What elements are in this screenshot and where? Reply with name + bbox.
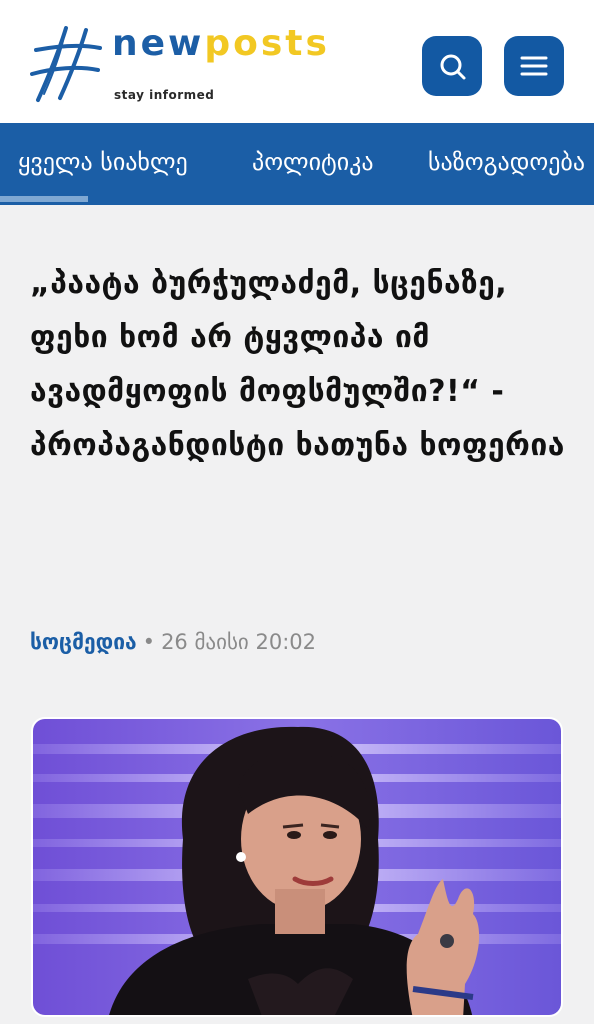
hamburger-menu-icon — [520, 56, 548, 76]
nav-item-society[interactable]: საზოგადოება — [428, 147, 585, 177]
site-header: newposts stay informed — [0, 0, 594, 123]
logo-wordmark: newposts — [112, 26, 330, 62]
hero-photo-illustration — [33, 719, 561, 1015]
nav-item-all-news[interactable]: ყველა სიახლე — [18, 147, 188, 177]
logo-word-posts: posts — [204, 23, 330, 64]
hashtag-logo-mark — [30, 26, 102, 102]
search-button[interactable] — [422, 36, 482, 96]
article-author-link[interactable]: სოცმედია — [30, 630, 137, 654]
article-title: „პაატა ბურჭულაძემ, სცენაზე, ფეხი ხომ არ … — [30, 266, 565, 463]
logo-word-new: new — [112, 23, 205, 64]
menu-button[interactable] — [504, 36, 564, 96]
article-date: 26 მაისი 20:02 — [161, 630, 316, 654]
nav-active-indicator — [0, 196, 88, 202]
article-meta: სოცმედია • 26 მაისი 20:02 — [30, 628, 316, 656]
logo-tagline: stay informed — [114, 88, 215, 102]
search-icon — [440, 54, 466, 80]
article-hero-image[interactable] — [31, 717, 563, 1017]
category-nav-bar: ყველა სიახლე პოლიტიკა საზოგადოება — [0, 123, 594, 205]
nav-item-politics[interactable]: პოლიტიკა — [252, 147, 374, 177]
meta-separator: • — [142, 630, 156, 654]
